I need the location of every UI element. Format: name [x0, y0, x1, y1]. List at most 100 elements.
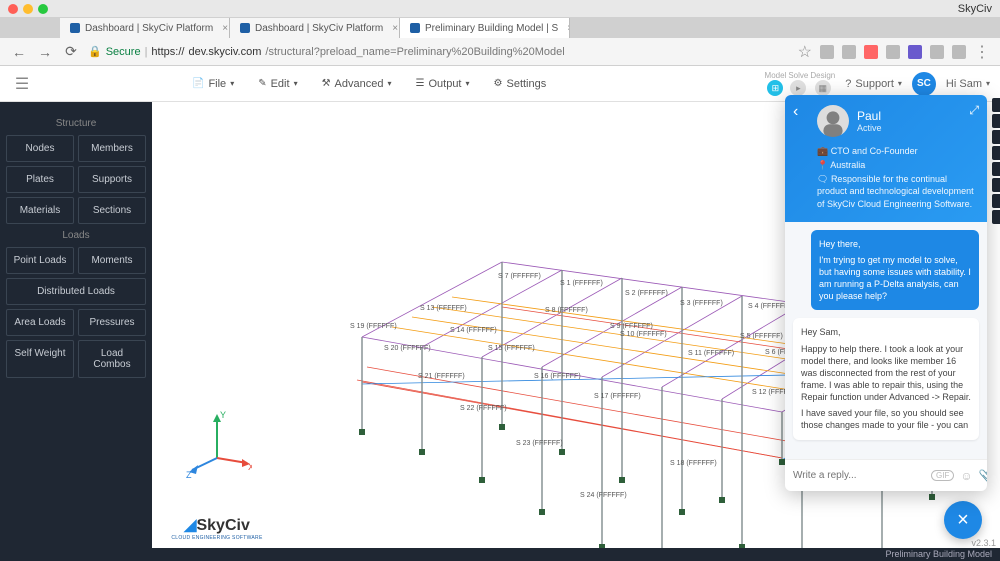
side-handle[interactable] [992, 194, 1000, 208]
browser-tab[interactable]: Dashboard | SkyCiv Platform× [60, 18, 230, 38]
chat-location: Australia [830, 160, 865, 170]
model-node-label: S 16 (FFFFFF) [534, 373, 581, 380]
version-label: v2.3.1 [971, 538, 996, 548]
tab-label: Dashboard | SkyCiv Platform [255, 23, 383, 34]
side-handle[interactable] [992, 178, 1000, 192]
ext-icon[interactable] [886, 45, 900, 59]
ext-icon[interactable] [930, 45, 944, 59]
logo-subtitle: CLOUD ENGINEERING SOFTWARE [171, 535, 262, 541]
browser-title: SkyCiv [958, 3, 992, 15]
chat-input[interactable] [793, 470, 925, 481]
sidebar-btn-materials[interactable]: Materials [6, 197, 74, 224]
sidebar-btn-moments[interactable]: Moments [78, 247, 146, 274]
model-node-label: S 1 (FFFFFF) [560, 280, 603, 287]
close-icon[interactable]: × [567, 23, 570, 34]
side-handle[interactable] [992, 210, 1000, 224]
back-button[interactable]: ← [10, 44, 28, 60]
sidebar-btn-nodes[interactable]: Nodes [6, 135, 74, 162]
file-menu[interactable]: 📄File▾ [182, 74, 244, 94]
ext-icon[interactable] [952, 45, 966, 59]
axis-y-label: Y [220, 410, 226, 420]
chat-bio: Responsible for the continual product an… [817, 174, 974, 208]
user-avatar[interactable]: SC [912, 72, 936, 96]
logo: ◢SkyCiv CLOUD ENGINEERING SOFTWARE [162, 508, 272, 548]
msg-line: I'm trying to get my model to solve, but… [819, 254, 971, 303]
sidebar-btn-dist-loads[interactable]: Distributed Loads [6, 278, 146, 305]
model-node-label: S 13 (FFFFFF) [420, 305, 467, 312]
ext-icon[interactable] [820, 45, 834, 59]
settings-menu[interactable]: ⚙Settings [484, 74, 557, 94]
mode-design[interactable]: ▦ [815, 80, 831, 96]
edit-icon: ✎ [258, 78, 266, 89]
side-handle[interactable] [992, 130, 1000, 144]
browser-tab-active[interactable]: Preliminary Building Model | S× [400, 18, 570, 38]
sidebar-btn-plates[interactable]: Plates [6, 166, 74, 193]
forward-button[interactable]: → [36, 44, 54, 60]
menu-icon[interactable]: ☰ [10, 74, 34, 94]
output-menu[interactable]: ☰Output▾ [406, 74, 480, 94]
side-handle[interactable] [992, 162, 1000, 176]
ext-icon[interactable] [908, 45, 922, 59]
attach-icon[interactable]: 📎 [979, 469, 987, 483]
window-close[interactable] [8, 4, 18, 14]
chat-input-row: GIF ☺ 📎 [785, 459, 987, 491]
ext-icon[interactable] [864, 45, 878, 59]
model-node-label: S 9 (FFFFFF) [610, 323, 653, 330]
support-label: Support [855, 78, 894, 90]
lock-icon: 🔒 [88, 45, 102, 58]
url-prefix: https:// [151, 46, 184, 58]
gif-button[interactable]: GIF [931, 470, 954, 481]
url-path: /structural?preload_name=Preliminary%20B… [265, 46, 564, 58]
mode-solve[interactable]: ▸ [790, 80, 806, 96]
side-handle[interactable] [992, 146, 1000, 160]
close-icon[interactable]: × [222, 23, 228, 34]
window-min[interactable] [23, 4, 33, 14]
sidebar-btn-point-loads[interactable]: Point Loads [6, 247, 74, 274]
browser-tab[interactable]: Dashboard | SkyCiv Platform × [230, 18, 400, 38]
star-icon[interactable]: ☆ [798, 42, 812, 62]
side-handle[interactable] [992, 98, 1000, 112]
tool-icon: ⚒ [322, 78, 331, 89]
favicon-icon [70, 23, 80, 33]
advanced-menu[interactable]: ⚒Advanced▾ [312, 74, 402, 94]
chat-expand-button[interactable]: ⤢ [969, 103, 979, 118]
model-node-label: S 17 (FFFFFF) [594, 393, 641, 400]
chat-header: ‹ ⤢ Paul Active 💼 CTO and Co-Founder 📍 A… [785, 95, 987, 222]
emoji-icon[interactable]: ☺ [960, 469, 972, 483]
model-node-label: S 15 (FFFFFF) [488, 345, 535, 352]
logo-text: SkyCiv [196, 517, 249, 534]
model-node-label: S 19 (FFFFFF) [350, 323, 397, 330]
chat-close-fab[interactable]: × [944, 501, 982, 539]
chat-back-button[interactable]: ‹ [793, 103, 798, 121]
mode-model[interactable]: ⊞ [767, 80, 783, 96]
edit-menu[interactable]: ✎Edit▾ [248, 74, 307, 94]
model-node-label: S 21 (FFFFFF) [418, 373, 465, 380]
sidebar-btn-area-loads[interactable]: Area Loads [6, 309, 74, 336]
sidebar-btn-sections[interactable]: Sections [78, 197, 146, 224]
user-menu[interactable]: Hi Sam▾ [946, 78, 990, 90]
file-label: File [208, 78, 226, 90]
browser-titlebar: SkyCiv [0, 0, 1000, 18]
favicon-icon [410, 23, 420, 33]
model-node-label: S 10 (FFFFFF) [620, 331, 667, 338]
close-icon[interactable]: × [392, 23, 398, 34]
sidebar-section-loads: Loads [6, 230, 146, 241]
secure-label: Secure [106, 46, 141, 58]
menu-dots-icon[interactable]: ⋮ [974, 42, 990, 62]
side-handle[interactable] [992, 114, 1000, 128]
sidebar-btn-self-weight[interactable]: Self Weight [6, 340, 74, 378]
support-button[interactable]: ?Support▾ [845, 78, 902, 90]
model-node-label: S 5 (FFFFFF) [740, 333, 783, 340]
url-field[interactable]: 🔒 Secure | https://dev.skyciv.com/struct… [88, 45, 790, 58]
sidebar-btn-pressures[interactable]: Pressures [78, 309, 146, 336]
sidebar-btn-load-combos[interactable]: Load Combos [78, 340, 146, 378]
browser-tabs: Dashboard | SkyCiv Platform× Dashboard |… [0, 18, 1000, 38]
status-text: Preliminary Building Model [885, 549, 992, 559]
output-icon: ☰ [416, 78, 425, 89]
ext-icon[interactable] [842, 45, 856, 59]
model-node-label: S 22 (FFFFFF) [460, 405, 507, 412]
window-max[interactable] [38, 4, 48, 14]
sidebar-btn-members[interactable]: Members [78, 135, 146, 162]
reload-button[interactable]: ⟳ [62, 43, 80, 60]
sidebar-btn-supports[interactable]: Supports [78, 166, 146, 193]
